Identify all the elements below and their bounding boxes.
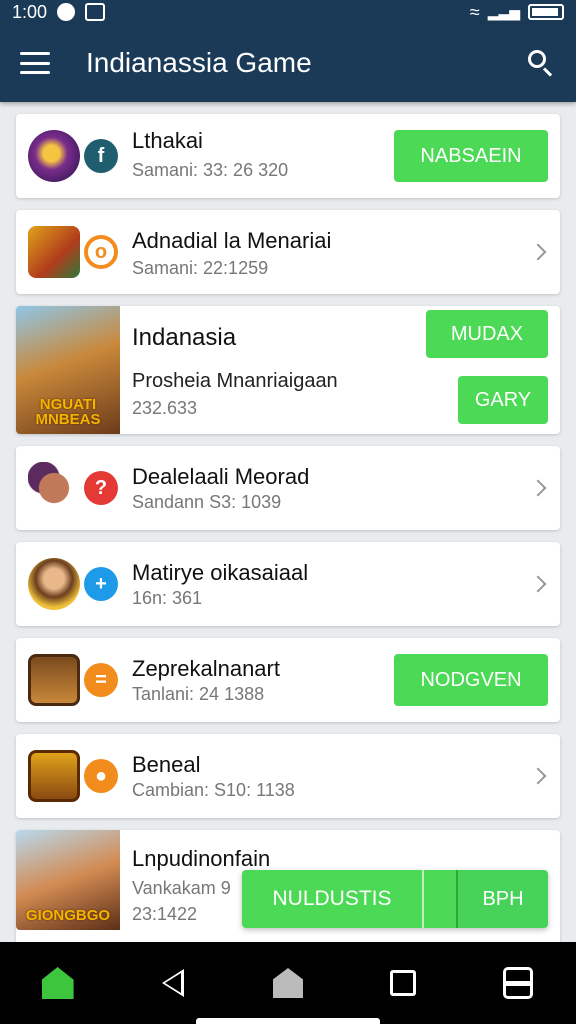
page-title: Indianassia Game: [86, 47, 312, 78]
item-title: Dealelaali Meorad: [132, 464, 310, 489]
item-title: Adnadial la Menariai: [132, 228, 332, 253]
item-subtitle: Vankakam 9: [132, 878, 231, 898]
notification-icon: [57, 3, 76, 21]
item-subtitle: Samani: 22:1259: [132, 258, 269, 278]
item-action-button[interactable]: NABSAEIN: [394, 130, 548, 182]
list-item[interactable]: ● Beneal Cambian: S10: 1138: [16, 734, 560, 818]
home-icon[interactable]: [38, 963, 78, 1003]
item-title: Indanasia: [132, 324, 237, 351]
orange-badge-icon: =: [84, 663, 118, 697]
status-bar: 1:00 ≈ ▂▃▅: [0, 0, 576, 24]
item-subtitle: Prosheia Mnanriaigaan: [132, 370, 338, 392]
list-item[interactable]: f Lthakai Samani: 33: 26 320 NABSAEIN: [16, 114, 560, 198]
photo-icon: [85, 3, 106, 21]
bottom-nav: [0, 942, 576, 1024]
settings-icon[interactable]: [498, 963, 538, 1003]
game-thumbnail: [28, 226, 80, 278]
chevron-right-icon[interactable]: [529, 243, 547, 261]
game-list: f Lthakai Samani: 33: 26 320 NABSAEIN o …: [0, 102, 576, 942]
game-thumbnail: [28, 654, 80, 706]
list-item[interactable]: + Matirye oikasaiaal 16n: 361: [16, 542, 560, 626]
search-icon[interactable]: [526, 48, 556, 78]
item-title: Beneal: [132, 752, 201, 777]
thumbnail-caption: NGUATI MNBEAS: [35, 395, 101, 429]
game-thumbnail: [28, 130, 80, 182]
floating-action-bar: NULDUSTIS BPH: [242, 870, 548, 928]
chevron-right-icon[interactable]: [529, 479, 547, 497]
status-time: 1:00: [12, 1, 48, 22]
chevron-right-icon[interactable]: [529, 767, 547, 785]
item-title: Lnpudinonfain: [132, 846, 271, 871]
thumbnail-caption: GIONGBGO: [25, 907, 111, 925]
recents-icon[interactable]: [383, 963, 423, 1003]
item-subtitle: Cambian: S10: 1138: [132, 780, 295, 800]
blue-badge-icon: +: [84, 567, 118, 601]
red-badge-icon: ?: [84, 471, 118, 505]
item-title: Zeprekalnanart: [132, 656, 280, 681]
item-subtitle: Samani: 33: 26 320: [132, 160, 289, 180]
floating-primary-button[interactable]: NULDUSTIS: [242, 870, 424, 928]
item-secondary-button[interactable]: GARY: [458, 376, 548, 424]
item-subtitle: 16n: 361: [132, 588, 203, 608]
list-item[interactable]: ? Dealelaali Meorad Sandann S3: 1039: [16, 446, 560, 530]
list-item[interactable]: = Zeprekalnanart Tanlani: 24 1388 NODGVE…: [16, 638, 560, 722]
chevron-right-icon[interactable]: [529, 575, 547, 593]
wifi-icon: ≈: [469, 1, 480, 22]
orange-badge-icon: o: [84, 235, 118, 269]
item-title: Lthakai: [132, 128, 203, 153]
back-icon[interactable]: [153, 963, 193, 1003]
orange-badge-icon: ●: [84, 759, 118, 793]
gesture-handle: [196, 1018, 380, 1024]
battery-icon: [528, 4, 564, 20]
menu-icon[interactable]: [20, 52, 50, 74]
item-subtitle: Tanlani: 24 1388: [132, 684, 265, 704]
facebook-icon: f: [84, 139, 118, 173]
game-thumbnail: [28, 462, 80, 514]
item-action-button[interactable]: MUDAX: [426, 310, 548, 358]
app-bar: Indianassia Game: [0, 24, 576, 102]
list-item[interactable]: NGUATI MNBEAS Indanasia Prosheia Mnanria…: [16, 306, 560, 434]
item-value: 232.633: [132, 398, 198, 418]
game-thumbnail: [28, 558, 80, 610]
list-item[interactable]: o Adnadial la Menariai Samani: 22:1259: [16, 210, 560, 294]
floating-secondary-button[interactable]: BPH: [458, 870, 548, 928]
game-thumbnail: [28, 750, 80, 802]
game-thumbnail: NGUATI MNBEAS: [16, 306, 120, 434]
item-action-button[interactable]: NODGVEN: [394, 654, 548, 706]
item-subtitle: Sandann S3: 1039: [132, 492, 282, 512]
floating-divider: [424, 870, 458, 928]
game-thumbnail: GIONGBGO: [16, 830, 120, 930]
item-title: Matirye oikasaiaal: [132, 560, 309, 585]
signal-icon: ▂▃▅: [487, 3, 520, 20]
item-value: 23:1422: [132, 904, 198, 924]
store-icon[interactable]: [268, 963, 308, 1003]
